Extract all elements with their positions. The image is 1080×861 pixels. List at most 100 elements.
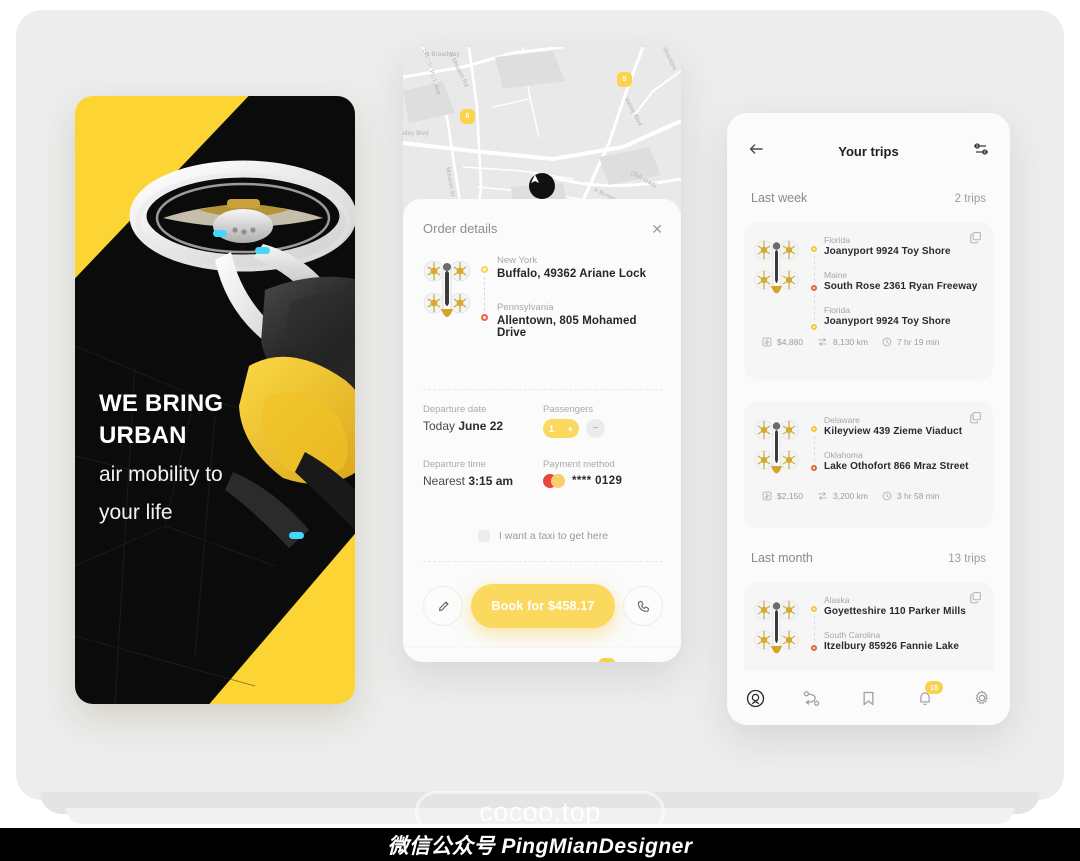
copy-icon-glyph: [970, 411, 981, 424]
nav-item-notifications[interactable]: 15: [912, 681, 944, 711]
departure-time-value: Nearest 3:15 am: [423, 474, 543, 488]
trip-distance: 3,200 km: [817, 491, 868, 501]
map-pin-marker[interactable]: 5: [617, 72, 632, 87]
drone-top-view-thumb: [754, 600, 799, 654]
route-rail: [477, 255, 495, 339]
arrow-left-icon: [749, 144, 763, 154]
edit-order-button[interactable]: [423, 586, 463, 626]
trip-stats: $4,880 8,130 km 7 hr 19 min: [744, 327, 993, 359]
map-view[interactable]: N Broadway Lincoln Park Ave N Mission Rd…: [403, 47, 681, 222]
back-button[interactable]: [747, 141, 765, 162]
departure-date-prefix: Today: [423, 419, 456, 433]
stop-state: Oklahoma: [824, 450, 863, 460]
stop-dot: [811, 285, 817, 291]
departure-time-prefix: Nearest: [423, 474, 466, 488]
bookmark-icon: [863, 691, 874, 705]
section-count: 2 trips: [954, 193, 986, 205]
route-distance-icon: [818, 337, 827, 346]
trip-card[interactable]: Florida Joanyport 9924 Toy Shore Maine S…: [744, 221, 993, 380]
sheet-title: Order details: [423, 221, 498, 236]
stop-dot: [811, 324, 817, 330]
origin-address[interactable]: Buffalo, 49362 Ariane Lock: [497, 268, 663, 280]
copy-icon-glyph: [970, 591, 981, 604]
route-dot-destination: [481, 314, 488, 321]
trip-distance-value: 3,200 km: [833, 491, 868, 501]
copy-icon[interactable]: [969, 231, 982, 249]
trip-price: $2,150: [762, 491, 803, 501]
current-location-marker[interactable]: [529, 173, 555, 199]
route-dot-origin: [481, 266, 488, 273]
stop-address: South Rose 2361 Ryan Freeway: [824, 281, 978, 292]
trip-duration-value: 3 hr 58 min: [896, 491, 940, 501]
hero-headline-line2: URBAN: [99, 422, 187, 450]
trip-duration: 7 hr 19 min: [882, 337, 940, 347]
payment-method-field[interactable]: Payment method **** 0129: [543, 459, 663, 488]
trip-stops-rail: [808, 417, 824, 481]
map-pin-marker[interactable]: 6: [460, 109, 475, 124]
copy-icon[interactable]: [969, 411, 982, 429]
filter-button[interactable]: [972, 141, 990, 162]
nav-item-routes[interactable]: [799, 685, 825, 711]
watermark-brand: cocoo.top: [415, 791, 665, 833]
bottom-nav-trips: 15: [727, 671, 1010, 725]
hero-headline-line1: WE BRING: [99, 390, 224, 417]
drone-top-view-thumb: [754, 420, 799, 474]
taxi-option-row[interactable]: I want a taxi to get here: [423, 530, 663, 542]
stop-dashed-line: [814, 256, 815, 281]
call-button[interactable]: [623, 586, 663, 626]
nav-item-settings[interactable]: [969, 685, 995, 711]
book-button[interactable]: Book for $458.17: [471, 584, 615, 628]
close-icon[interactable]: ✕: [651, 222, 663, 236]
departure-time-field[interactable]: Departure time Nearest 3:15 am: [423, 459, 543, 488]
stop-dot: [811, 645, 817, 651]
trip-distance-value: 8,130 km: [833, 337, 868, 347]
gear-icon: [975, 690, 988, 704]
trip-stops-rail: [808, 237, 824, 330]
trip-card-body: Alaska Goyetteshire 110 Parker Mills Sou…: [744, 581, 993, 661]
card-number: **** 0129: [572, 475, 623, 487]
notification-badge: 15: [597, 658, 616, 662]
stop-dashed-line: [814, 616, 815, 641]
drone-top-view-thumb: [754, 240, 799, 294]
stop-state: Maine: [824, 270, 848, 280]
nav-item-home[interactable]: [742, 685, 768, 711]
fields-row-1: Departure date Today June 22 Passengers …: [423, 404, 663, 438]
departure-date-label: Departure date: [423, 404, 487, 415]
departure-time-label: Departure time: [423, 459, 486, 470]
map-label: alley Blvd: [403, 131, 429, 137]
trip-stops-text: Florida Joanyport 9924 Toy Shore Maine S…: [824, 235, 981, 327]
departure-date-field[interactable]: Departure date Today June 22: [423, 404, 543, 438]
passengers-count: 1: [549, 423, 555, 434]
stop-dot: [811, 606, 817, 612]
trip-stops-text: Delaware Kileyview 439 Zieme Viaduct Okl…: [824, 415, 981, 481]
section-header-last-month: Last month 13 trips: [751, 551, 986, 565]
destination-address[interactable]: Allentown, 805 Mohamed Drive: [497, 315, 663, 339]
phone-icon: [637, 600, 649, 612]
hero-onboarding-panel: WE BRING URBAN air mobility to your life…: [75, 96, 355, 704]
taxi-checkbox[interactable]: [477, 530, 490, 542]
passengers-decrease-button[interactable]: −: [586, 419, 605, 438]
trip-price-value: $4,880: [777, 337, 803, 347]
nav-item-saved[interactable]: [855, 685, 881, 711]
hero-copy-block: WE BRING URBAN air mobility to your life: [99, 388, 331, 527]
departure-date-value: Today June 22: [423, 419, 543, 433]
trip-card[interactable]: Delaware Kileyview 439 Zieme Viaduct Okl…: [744, 401, 993, 528]
clock-icon: [882, 491, 892, 501]
stop-state: Florida: [824, 235, 850, 245]
radar-location-icon: [746, 689, 764, 707]
plus-icon: +: [567, 423, 573, 434]
money-icon: [762, 491, 772, 501]
passengers-increase-button[interactable]: 1 +: [543, 419, 579, 438]
departure-date-date: June 22: [458, 419, 504, 433]
trips-header: Your trips: [747, 141, 990, 162]
minus-icon: −: [592, 423, 599, 434]
copy-icon[interactable]: [969, 591, 982, 609]
page-title: Your trips: [838, 144, 899, 159]
stop-address: Joanyport 9924 Toy Shore: [824, 316, 951, 327]
origin-state: New York: [497, 255, 538, 266]
stop-dashed-line: [814, 436, 815, 461]
copy-icon-glyph: [970, 231, 981, 244]
taxi-checkbox-label: I want a taxi to get here: [498, 530, 609, 542]
stop-state: Florida: [824, 305, 850, 315]
trip-price-value: $2,150: [777, 491, 803, 501]
